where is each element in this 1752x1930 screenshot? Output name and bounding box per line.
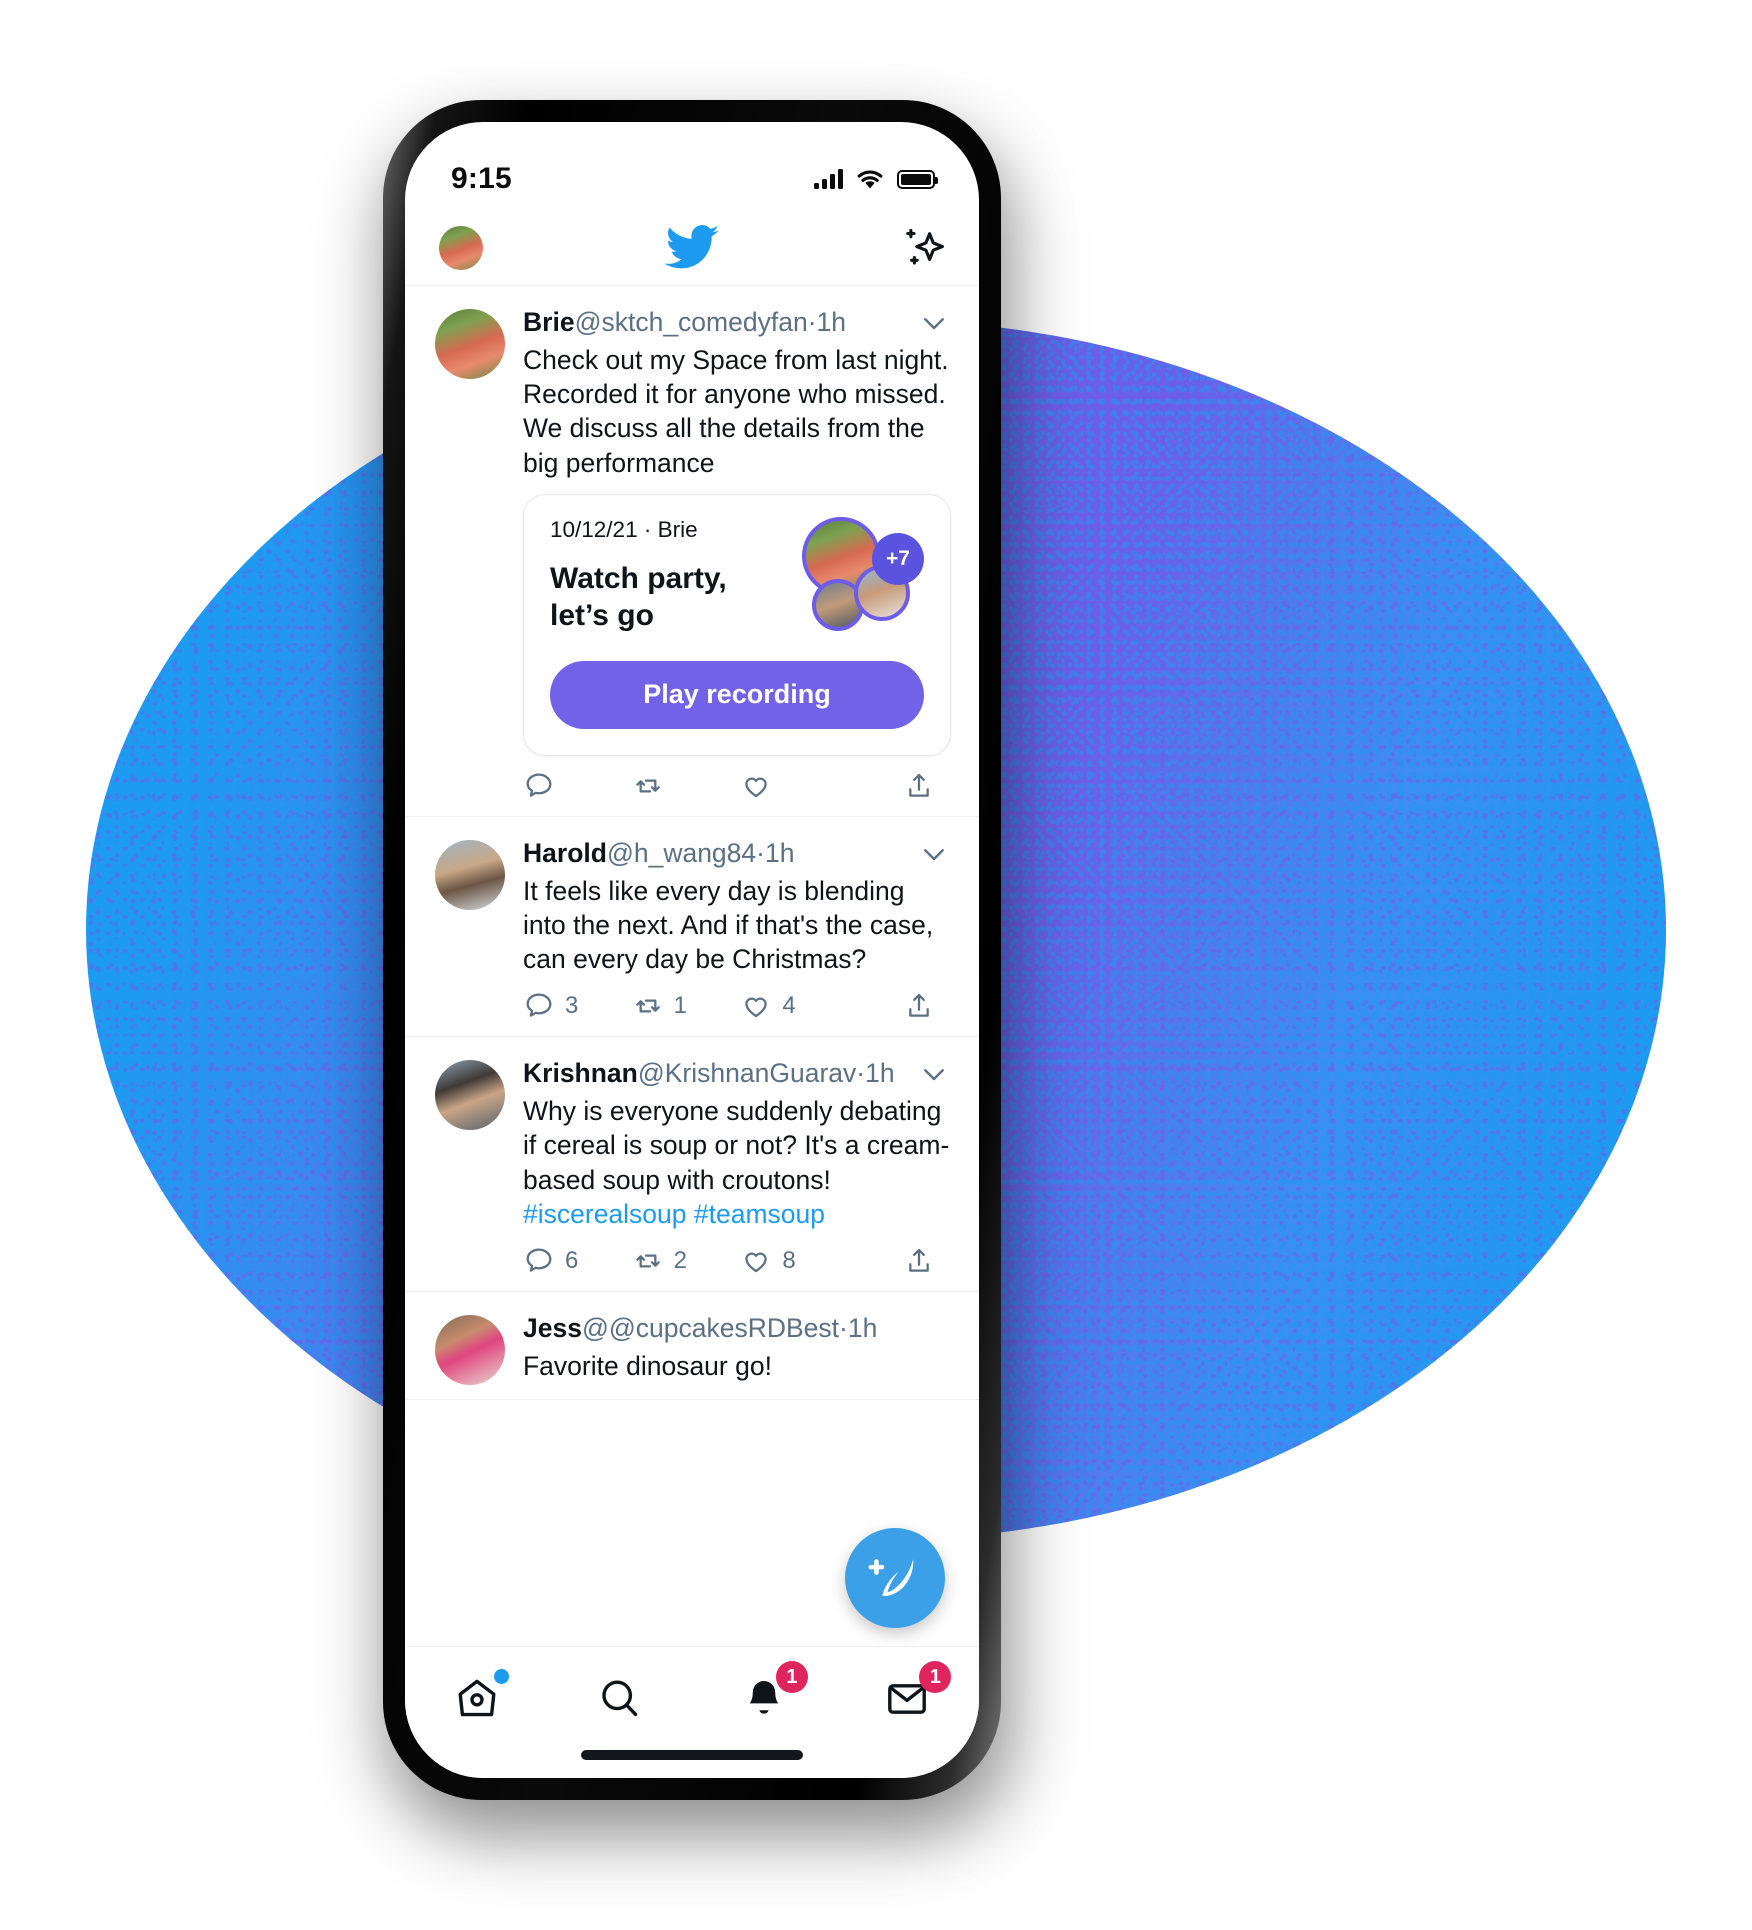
reply-count: 3 [565, 992, 579, 1020]
messages-badge: 1 [919, 1661, 952, 1693]
avatar[interactable] [435, 309, 505, 379]
participants-overflow-count: +7 [872, 532, 924, 585]
table-row[interactable]: Jess@@cupcakesRDBest·1h Favorite dinosau… [405, 1292, 979, 1400]
home-indicator [581, 1750, 803, 1760]
chevron-down-icon[interactable] [917, 837, 951, 871]
chevron-down-icon[interactable] [917, 1057, 951, 1091]
phone-screen: 9:15 Brie@sktch_comedyfan·1h Check out m… [405, 122, 979, 1778]
signal-bars-icon [814, 169, 843, 189]
retweet-action[interactable]: 2 [632, 1245, 741, 1277]
play-recording-button[interactable]: Play recording [550, 660, 924, 729]
meta-separator: · [807, 307, 817, 337]
battery-icon [897, 169, 938, 189]
retweet-count: 2 [673, 1246, 688, 1274]
tweet-time: 1h [764, 837, 795, 868]
meta-separator: · [839, 1312, 848, 1343]
sidebar-item-messages[interactable]: 1 [836, 1661, 980, 1727]
wifi-icon [857, 170, 883, 188]
author-handle: @h_wang84 [606, 837, 757, 868]
retweet-count: 1 [673, 992, 688, 1020]
like-action[interactable]: 4 [740, 990, 849, 1022]
tweet-text: Favorite dinosaur go! [523, 1350, 772, 1381]
sparkle-icon[interactable] [901, 226, 945, 270]
search-icon [602, 1680, 638, 1717]
space-card-title-line2: let’s go [550, 598, 654, 632]
sidebar-item-home[interactable] [405, 1669, 549, 1727]
author-name: Brie [523, 307, 575, 337]
reply-action[interactable] [523, 770, 632, 802]
hashtag-teamsoup[interactable]: #teamsoup [694, 1199, 825, 1229]
like-count: 8 [782, 1246, 796, 1274]
author-name: Krishnan [523, 1058, 638, 1089]
space-card-title-line1: Watch party, [550, 561, 727, 595]
status-bar: 9:15 [405, 122, 979, 210]
sidebar-item-search[interactable] [549, 1671, 693, 1727]
app-header [405, 210, 979, 286]
retweet-action[interactable] [632, 770, 741, 802]
reply-action[interactable]: 3 [523, 990, 632, 1022]
author-name: Jess [523, 1312, 582, 1343]
author-handle: @sktch_comedyfan [574, 307, 808, 337]
status-time: 9:15 [451, 162, 512, 195]
tweet-author-line: Harold@h_wang84·1h [523, 837, 917, 871]
tweet-actions [523, 770, 951, 802]
home-unread-dot [493, 1669, 509, 1684]
avatar[interactable] [435, 839, 505, 910]
share-action[interactable] [849, 1245, 945, 1277]
author-handle: @@cupcakesRDBest [581, 1312, 840, 1343]
avatar[interactable] [435, 1314, 505, 1385]
tweet-text: Why is everyone suddenly debating if cer… [523, 1094, 951, 1231]
share-action[interactable] [849, 990, 945, 1022]
reply-count: 6 [565, 1246, 579, 1274]
tweet-feed[interactable]: Brie@sktch_comedyfan·1h Check out my Spa… [405, 286, 979, 1496]
author-name: Harold [523, 837, 607, 868]
tweet-time: 1h [865, 1058, 895, 1089]
author-handle: @KrishnanGuarav [637, 1058, 857, 1089]
phone-frame: 9:15 Brie@sktch_comedyfan·1h Check out m… [383, 100, 1001, 1800]
tweet-time: 1h [847, 1312, 878, 1343]
avatar[interactable] [435, 1060, 505, 1131]
table-row[interactable]: Krishnan@KrishnanGuarav·1h Why is everyo… [405, 1037, 979, 1292]
mockup-stage: 9:15 Brie@sktch_comedyfan·1h Check out m… [0, 0, 1752, 1930]
table-row[interactable]: Brie@sktch_comedyfan·1h Check out my Spa… [405, 286, 979, 817]
space-recording-card[interactable]: 10/12/21 · Brie Watch party, let’s go +7 [523, 493, 951, 756]
tweet-time: 1h [816, 307, 846, 337]
tweet-text-plain: Why is everyone suddenly debating if cer… [523, 1096, 950, 1195]
like-action[interactable]: 8 [740, 1245, 849, 1277]
tweet-actions: 6 2 8 [523, 1245, 951, 1277]
tweet-actions: 3 1 4 [523, 990, 951, 1022]
meta-separator: · [856, 1058, 866, 1089]
chevron-down-icon[interactable] [917, 306, 951, 340]
hashtag-iscerealsoup[interactable]: #iscerealsoup [523, 1199, 687, 1229]
space-card-meta: 10/12/21 · Brie [550, 516, 698, 542]
tweet-author-line: Brie@sktch_comedyfan·1h [523, 306, 917, 340]
tweet-author-line: Krishnan@KrishnanGuarav·1h [523, 1057, 917, 1091]
space-participants: +7 [796, 516, 924, 637]
compose-tweet-button[interactable] [845, 1528, 945, 1628]
home-icon [458, 1679, 496, 1717]
like-count: 4 [782, 992, 796, 1020]
tweet-text: It feels like every day is blending into… [523, 875, 934, 975]
tweet-author-line: Jess@@cupcakesRDBest·1h [523, 1312, 951, 1346]
compose-feather-icon [868, 1559, 914, 1596]
reply-action[interactable]: 6 [523, 1245, 632, 1277]
like-action[interactable] [740, 770, 849, 802]
sidebar-item-notifications[interactable]: 1 [692, 1661, 836, 1727]
meta-separator: · [756, 837, 765, 868]
notifications-badge: 1 [775, 1661, 808, 1693]
header-avatar[interactable] [439, 225, 483, 270]
tweet-text: Check out my Space from last night. Reco… [523, 345, 949, 478]
share-action[interactable] [849, 770, 945, 802]
twitter-bird-logo [664, 224, 719, 268]
table-row[interactable]: Harold@h_wang84·1h It feels like every d… [405, 817, 979, 1038]
status-icons [814, 169, 938, 190]
retweet-action[interactable]: 1 [632, 990, 741, 1022]
